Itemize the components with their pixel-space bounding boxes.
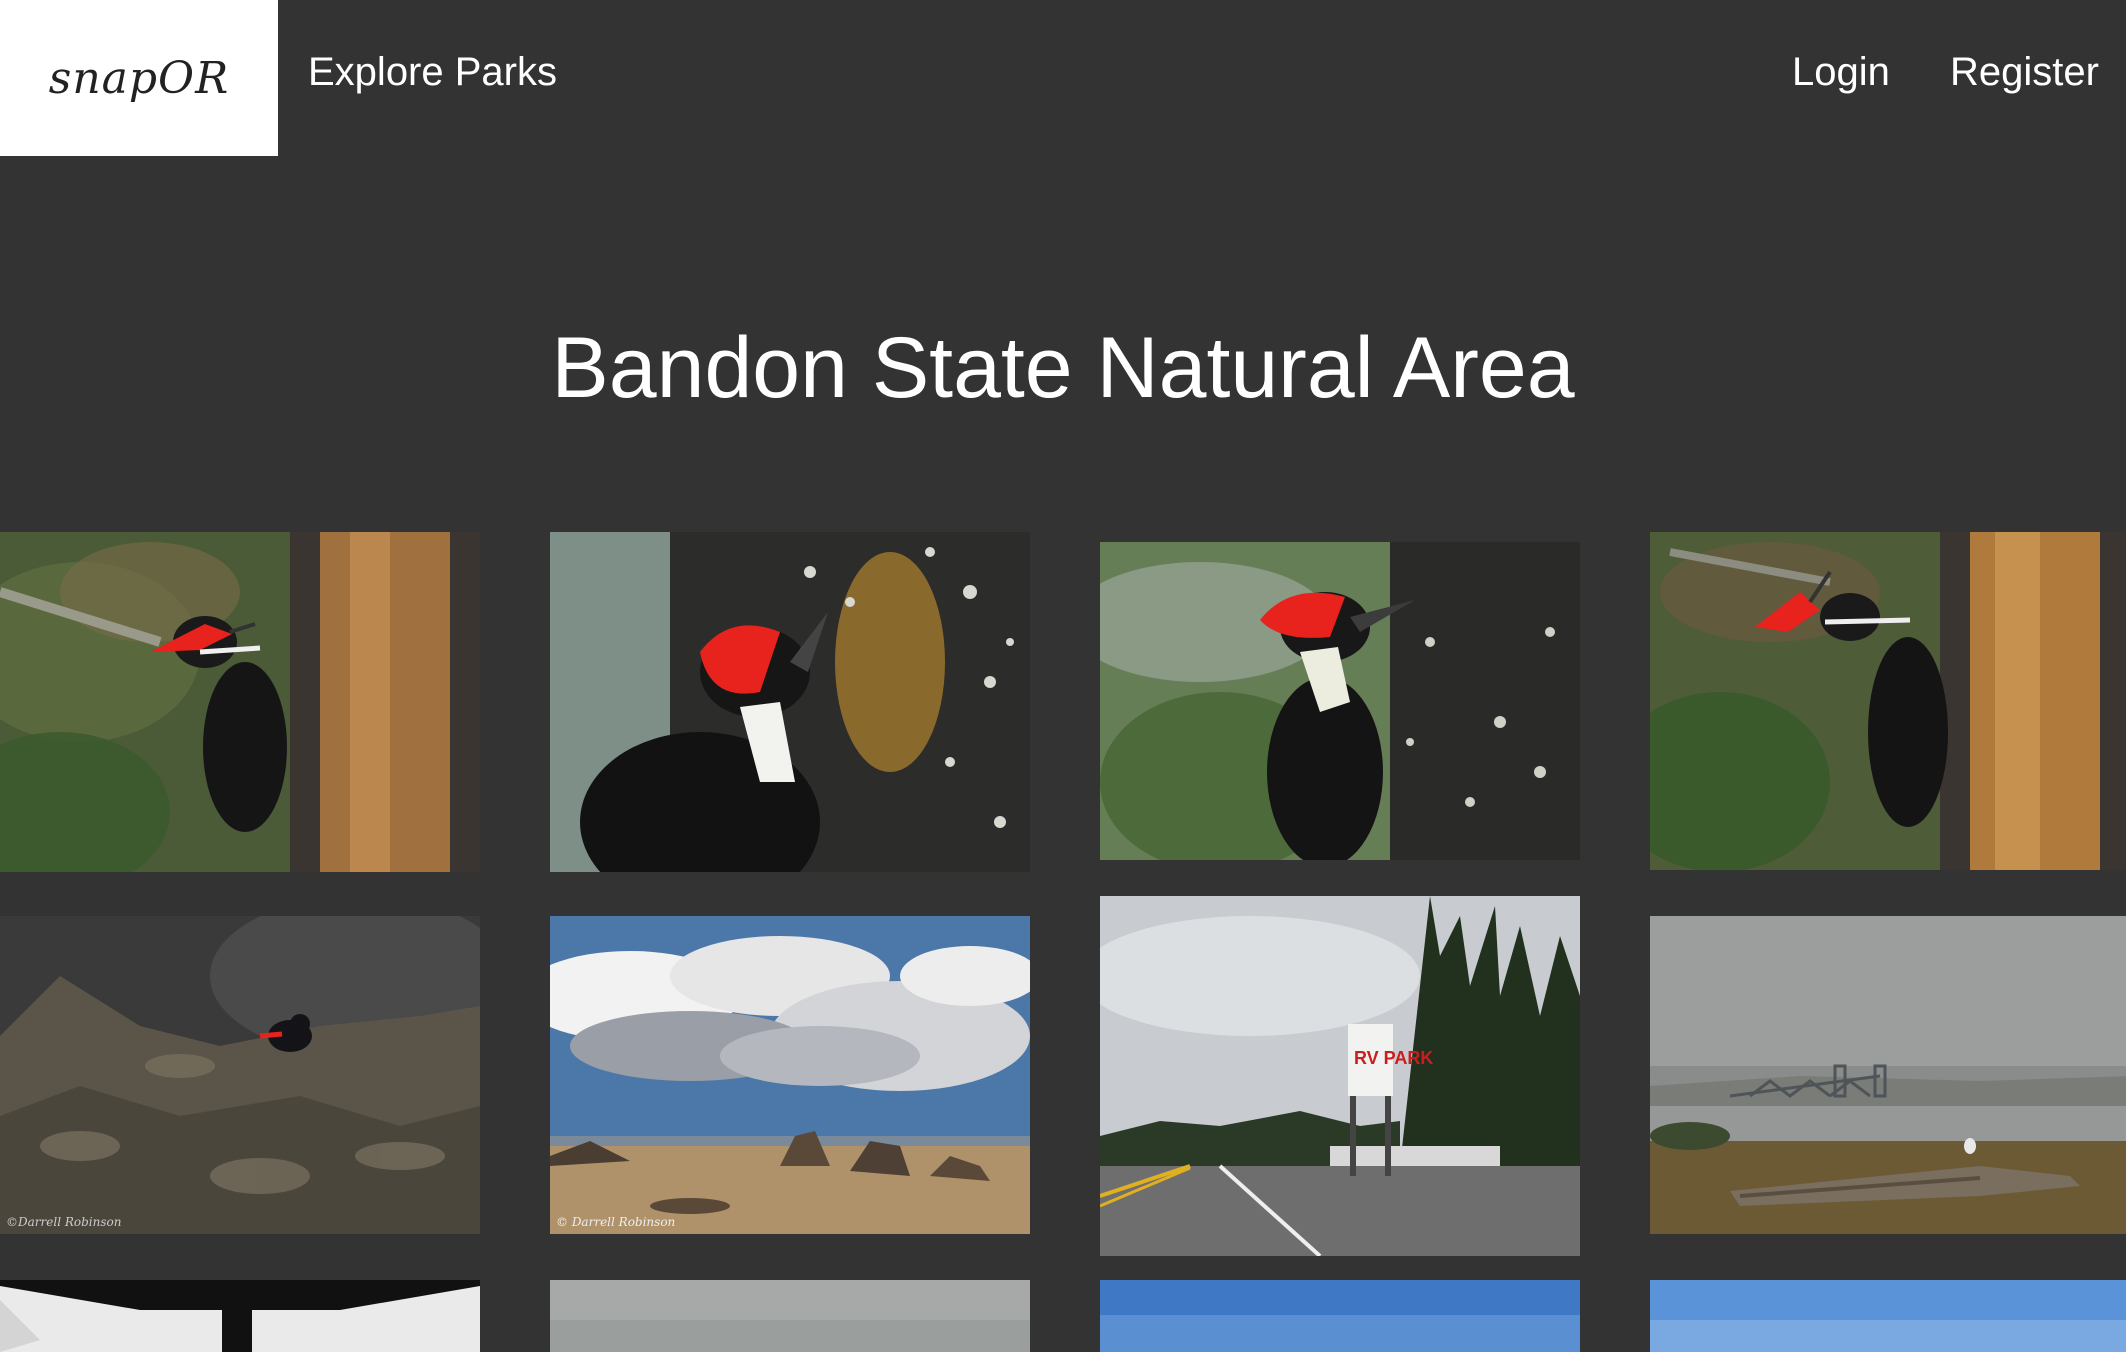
photo-grid: ©Darrell Robinson © Darrell Robinson RV … (0, 0, 2126, 1352)
photo-structure[interactable] (0, 1280, 480, 1352)
photo-credit: ©Darrell Robinson (6, 1215, 121, 1229)
photo-woodpecker-3[interactable] (1100, 542, 1580, 860)
photo-road-rv-park[interactable]: RV PARK (1100, 896, 1580, 1256)
photo-oystercatcher-rocks[interactable]: ©Darrell Robinson (0, 916, 480, 1234)
photo-woodpecker-4[interactable] (1650, 532, 2126, 870)
photo-blue-sky-1[interactable] (1100, 1280, 1580, 1352)
photo-woodpecker-2[interactable] (550, 532, 1030, 872)
rv-sign-text: RV PARK (1354, 1048, 1433, 1068)
photo-foggy-bay-bridge[interactable] (1650, 916, 2126, 1234)
photo-woodpecker-1[interactable] (0, 532, 480, 872)
photo-gray-sky[interactable] (550, 1280, 1030, 1352)
photo-credit: © Darrell Robinson (556, 1215, 675, 1229)
photo-beach-clouds[interactable]: © Darrell Robinson (550, 916, 1030, 1234)
photo-blue-sky-2[interactable] (1650, 1280, 2126, 1352)
